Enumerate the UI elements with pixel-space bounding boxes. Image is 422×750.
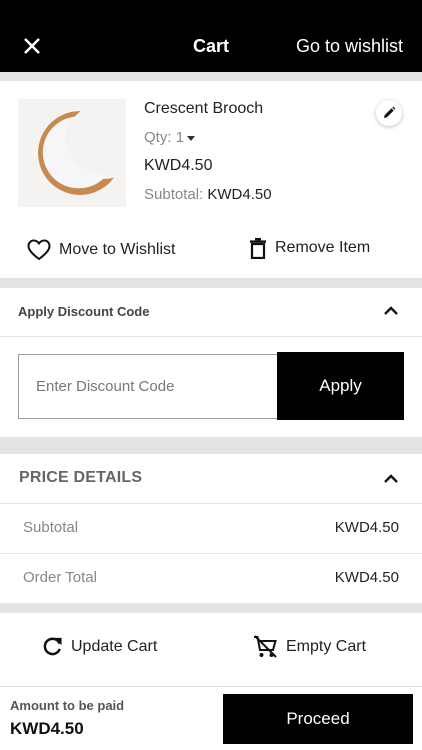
edit-item-button[interactable] bbox=[376, 100, 402, 126]
empty-cart-button[interactable]: Empty Cart bbox=[253, 635, 366, 659]
cart-remove-icon bbox=[254, 635, 277, 658]
chevron-up-icon[interactable] bbox=[383, 306, 399, 316]
refresh-icon bbox=[43, 637, 62, 656]
divider bbox=[0, 72, 422, 81]
product-price: KWD4.50 bbox=[144, 157, 213, 174]
discount-code-input[interactable] bbox=[18, 354, 278, 419]
apply-discount-button[interactable]: Apply bbox=[277, 352, 404, 420]
proceed-button[interactable]: Proceed bbox=[223, 694, 413, 744]
move-to-wishlist-label: Move to Wishlist bbox=[59, 241, 176, 258]
price-row-label: Subtotal bbox=[23, 519, 79, 536]
subtotal-value: KWD4.50 bbox=[207, 186, 272, 203]
pencil-icon bbox=[384, 106, 396, 118]
qty-value: 1 bbox=[175, 129, 185, 146]
qty-label: Qty: bbox=[144, 129, 172, 146]
go-to-wishlist-link[interactable]: Go to wishlist bbox=[296, 36, 403, 57]
divider bbox=[0, 336, 422, 337]
update-cart-button[interactable]: Update Cart bbox=[42, 636, 157, 657]
price-details-title[interactable]: PRICE DETAILS bbox=[19, 469, 142, 487]
dropdown-caret-icon bbox=[187, 135, 196, 141]
divider bbox=[0, 278, 422, 288]
amount-value: KWD4.50 bbox=[10, 719, 84, 738]
subtotal-label: Subtotal: bbox=[144, 186, 204, 203]
chevron-up-icon[interactable] bbox=[383, 474, 399, 484]
product-name[interactable]: Crescent Brooch bbox=[144, 100, 263, 118]
item-subtotal: Subtotal: KWD4.50 bbox=[144, 186, 272, 203]
remove-item-button[interactable]: Remove Item bbox=[249, 237, 370, 259]
top-bar: Cart Go to wishlist bbox=[0, 0, 422, 72]
divider bbox=[0, 503, 422, 504]
crescent-brooch-image bbox=[38, 111, 122, 195]
amount-label: Amount to be paid bbox=[10, 698, 125, 713]
price-row-value: KWD4.50 bbox=[334, 569, 399, 586]
empty-cart-label: Empty Cart bbox=[286, 638, 367, 655]
price-row-value: KWD4.50 bbox=[334, 519, 399, 536]
remove-item-label: Remove Item bbox=[275, 239, 371, 256]
divider bbox=[0, 437, 422, 454]
divider bbox=[0, 603, 422, 613]
move-to-wishlist-button[interactable]: Move to Wishlist bbox=[27, 239, 175, 261]
price-row-label: Order Total bbox=[23, 569, 97, 586]
heart-icon bbox=[27, 239, 51, 261]
trash-icon bbox=[250, 238, 266, 259]
product-image[interactable] bbox=[18, 99, 126, 207]
discount-section-title[interactable]: Apply Discount Code bbox=[18, 304, 149, 319]
quantity-selector[interactable]: Qty: 1 bbox=[144, 129, 196, 146]
divider bbox=[0, 553, 422, 554]
checkout-bar: Amount to be paid KWD4.50 Proceed bbox=[0, 686, 422, 750]
update-cart-label: Update Cart bbox=[71, 637, 158, 655]
